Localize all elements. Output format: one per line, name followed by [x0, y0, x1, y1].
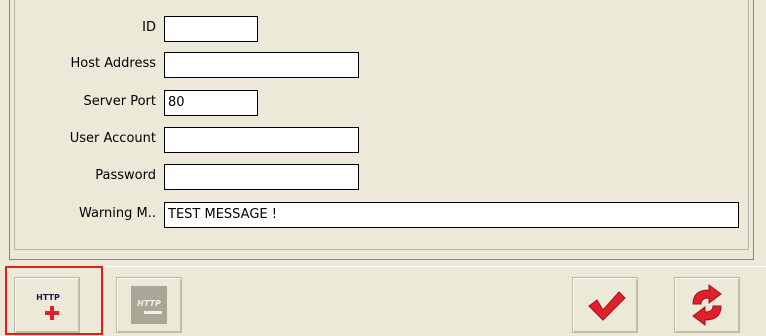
user-account-row: User Account — [20, 127, 156, 153]
id-label: ID — [142, 20, 156, 35]
user-account-input[interactable] — [164, 127, 359, 153]
refresh-icon — [692, 284, 722, 326]
id-input[interactable] — [164, 16, 258, 42]
svg-text:HTTP: HTTP — [36, 293, 60, 302]
password-row: Password — [20, 164, 156, 190]
confirm-button[interactable] — [572, 277, 638, 333]
check-icon — [588, 291, 626, 321]
warning-message-row: Warning M.. — [20, 202, 156, 228]
add-http-button[interactable]: HTTP — [14, 277, 80, 333]
host-address-label: Host Address — [70, 56, 156, 71]
http-add-icon: HTTP — [36, 293, 60, 320]
password-label: Password — [95, 168, 156, 183]
bottom-toolbar: HTTP HTTP — [0, 266, 766, 336]
id-row: ID — [20, 16, 156, 42]
server-port-label: Server Port — [83, 94, 156, 109]
warning-message-input[interactable]: TEST MESSAGE ! — [164, 202, 739, 228]
refresh-button[interactable] — [674, 277, 740, 333]
warning-message-label: Warning M.. — [78, 206, 156, 221]
host-address-input[interactable] — [164, 52, 359, 78]
http-remove-icon: HTTP — [131, 286, 167, 324]
host-address-row: Host Address — [20, 52, 156, 78]
server-port-input[interactable]: 80 — [164, 90, 258, 116]
remove-http-button[interactable]: HTTP — [116, 277, 182, 333]
password-input[interactable] — [164, 164, 359, 190]
user-account-label: User Account — [69, 131, 156, 146]
svg-text:HTTP: HTTP — [137, 299, 161, 308]
server-port-row: Server Port — [20, 90, 156, 116]
